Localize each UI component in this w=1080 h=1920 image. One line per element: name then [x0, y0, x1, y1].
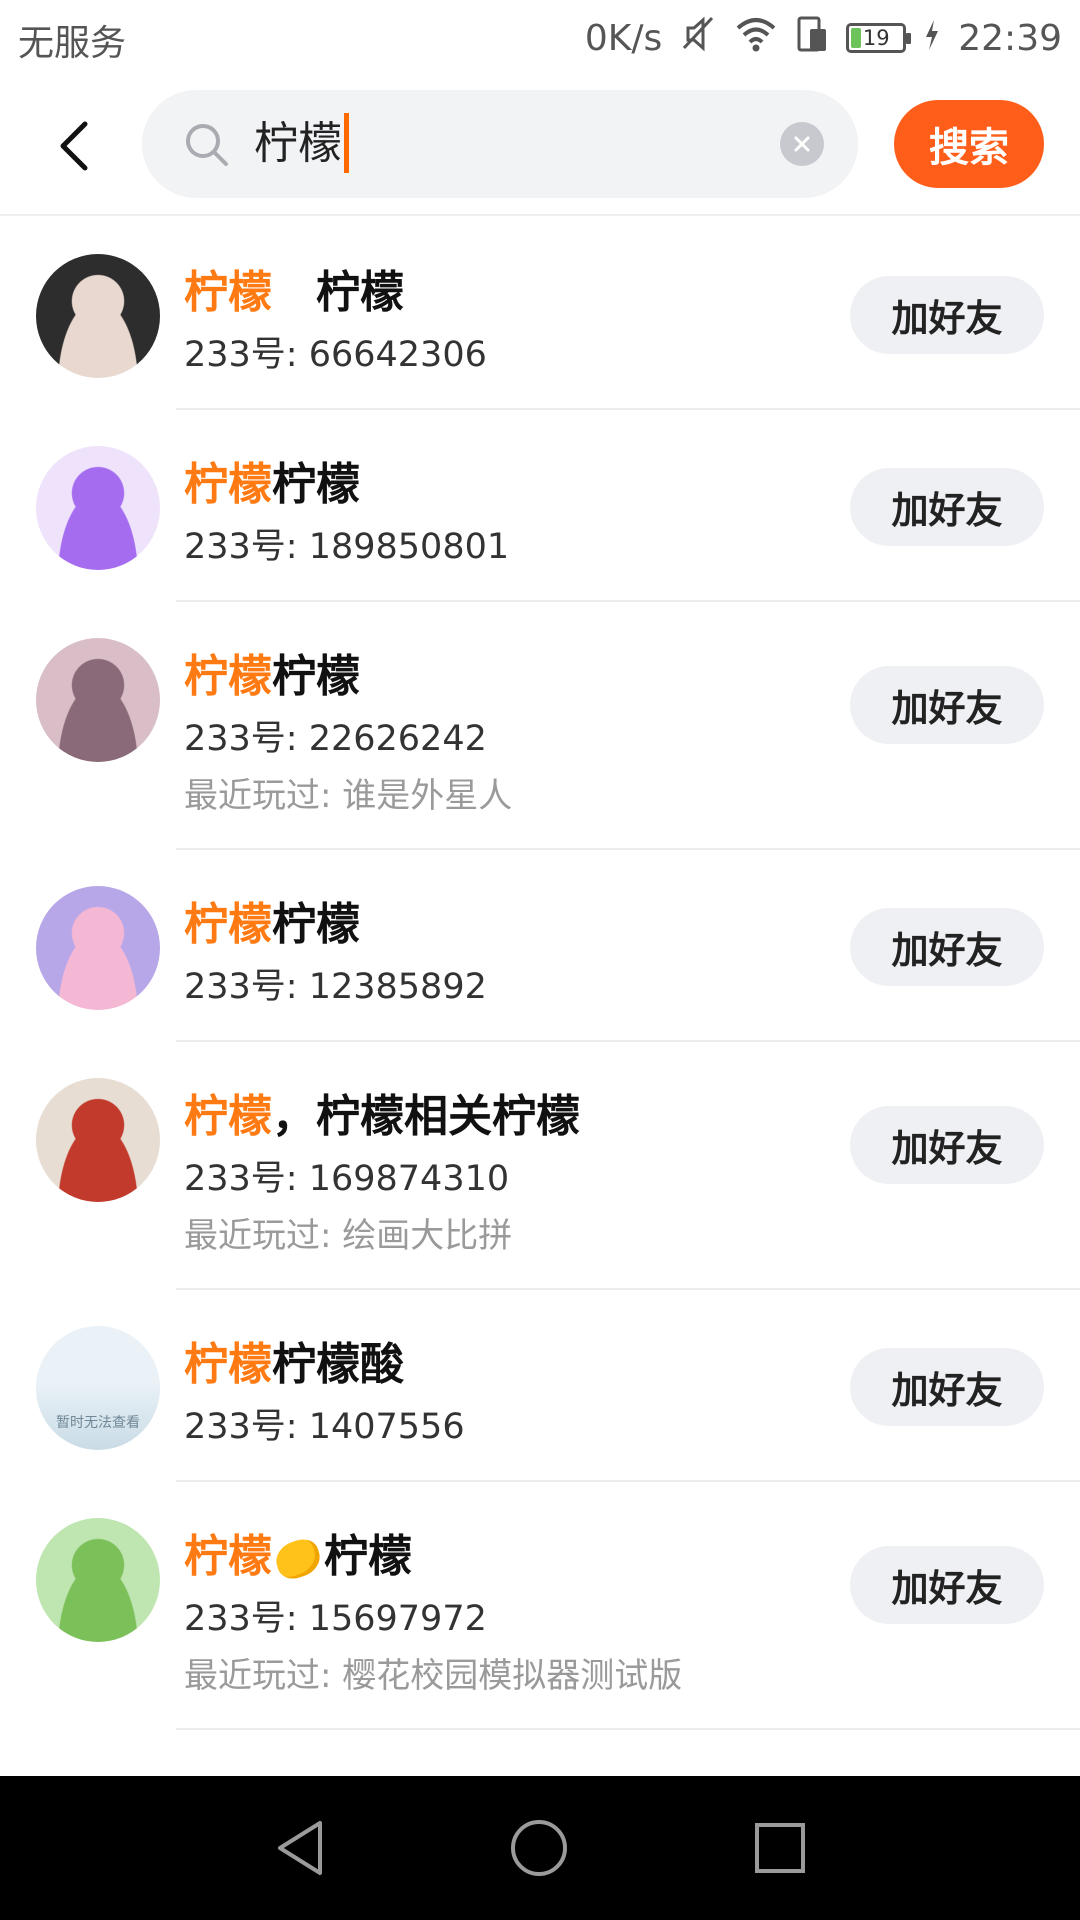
avatar[interactable]: [36, 886, 160, 1010]
recently-played: 最近玩过: 樱花校园模拟器测试版: [184, 1656, 683, 1696]
result-list: 柠檬 柠檬 233号: 66642306 加好友 柠檬柠檬 233号: 18985080…: [0, 218, 1080, 1730]
search-box[interactable]: 柠檬: [142, 90, 858, 198]
wifi-icon: [734, 16, 778, 61]
search-header: 柠檬 搜索: [0, 76, 1080, 216]
charging-icon: [924, 18, 940, 59]
user-id: 233号: 12385892: [184, 967, 487, 1007]
back-button[interactable]: [44, 110, 104, 182]
back-arrow-icon: [60, 121, 88, 171]
add-friend-button[interactable]: 加好友: [850, 1348, 1044, 1426]
recently-played: 最近玩过: 谁是外星人: [184, 776, 513, 816]
carrier-text: 无服务: [18, 23, 127, 64]
user-name: 柠檬 柠檬: [184, 1520, 412, 1584]
avatar[interactable]: [36, 638, 160, 762]
avatar[interactable]: [36, 446, 160, 570]
clear-icon[interactable]: [780, 122, 824, 166]
nav-back-button[interactable]: [270, 1818, 330, 1878]
add-friend-button[interactable]: 加好友: [850, 1546, 1044, 1624]
search-button[interactable]: 搜索: [894, 100, 1044, 188]
result-row[interactable]: 柠檬 柠檬 233号: 15697972 最近玩过: 樱花校园模拟器测试版 加好友: [0, 1482, 1080, 1730]
text-caret: [344, 113, 349, 173]
name-rest: 柠檬: [272, 459, 360, 510]
user-id: 233号: 66642306: [184, 335, 487, 375]
net-speed: 0K/s: [584, 17, 663, 59]
user-name: 柠檬 柠檬: [184, 256, 404, 320]
status-icons: 0K/s 19 22:39: [585, 12, 1062, 64]
lemon-emoji-icon: [271, 1535, 325, 1583]
result-row[interactable]: 柠檬柠檬 233号: 12385892 加好友: [0, 850, 1080, 1042]
row-divider: [176, 1728, 1080, 1730]
add-friend-button[interactable]: 加好友: [850, 908, 1044, 986]
avatar[interactable]: 暂时无法查看: [36, 1326, 160, 1450]
navigation-bar: [0, 1776, 1080, 1920]
battery-level: 19: [862, 26, 890, 50]
add-friend-button[interactable]: 加好友: [850, 1106, 1044, 1184]
user-name: 柠檬柠檬酸: [184, 1328, 404, 1392]
mute-icon: [680, 14, 716, 63]
name-highlight: 柠檬: [184, 1339, 272, 1390]
result-row[interactable]: 柠檬 柠檬 233号: 66642306 加好友: [0, 218, 1080, 410]
search-input[interactable]: 柠檬: [254, 108, 349, 180]
search-icon: [186, 124, 228, 166]
status-bar: 无服务 0K/s 19 22:39: [0, 0, 1080, 76]
result-row[interactable]: 柠檬柠檬 233号: 189850801 加好友: [0, 410, 1080, 602]
name-highlight: 柠檬: [184, 267, 272, 318]
name-highlight: 柠檬: [184, 651, 272, 702]
user-id: 233号: 189850801: [184, 527, 510, 567]
user-name: 柠檬柠檬: [184, 448, 360, 512]
name-rest: 柠檬酸: [272, 1339, 404, 1390]
result-row[interactable]: 暂时无法查看 柠檬柠檬酸 233号: 1407556 加好友: [0, 1290, 1080, 1482]
name-rest: 柠檬: [324, 1531, 412, 1582]
circle-home-icon: [511, 1820, 567, 1876]
avatar[interactable]: [36, 254, 160, 378]
add-friend-button[interactable]: 加好友: [850, 666, 1044, 744]
name-rest: 柠檬: [272, 651, 360, 702]
battery-icon: 19: [846, 23, 912, 53]
avatar-placeholder-text: 暂时无法查看: [56, 1415, 140, 1431]
user-name: 柠檬，柠檬相关柠檬: [184, 1080, 580, 1144]
user-id: 233号: 1407556: [184, 1407, 465, 1447]
user-id: 233号: 22626242: [184, 719, 487, 759]
name-rest: 柠檬: [272, 899, 360, 950]
name-highlight: 柠檬: [184, 1091, 272, 1142]
result-row[interactable]: 柠檬柠檬 233号: 22626242 最近玩过: 谁是外星人 加好友: [0, 602, 1080, 850]
name-rest: ，柠檬相关柠檬: [272, 1091, 580, 1142]
avatar[interactable]: [36, 1518, 160, 1642]
user-name: 柠檬柠檬: [184, 888, 360, 952]
add-friend-button[interactable]: 加好友: [850, 468, 1044, 546]
nav-recents-button[interactable]: [750, 1818, 810, 1878]
recently-played: 最近玩过: 绘画大比拼: [184, 1216, 513, 1256]
add-friend-button[interactable]: 加好友: [850, 276, 1044, 354]
triangle-back-icon: [278, 1821, 322, 1875]
name-rest: 柠檬: [272, 267, 404, 318]
result-row[interactable]: 柠檬，柠檬相关柠檬 233号: 169874310 最近玩过: 绘画大比拼 加好友: [0, 1042, 1080, 1290]
square-recents-icon: [755, 1823, 805, 1873]
name-highlight: 柠檬: [184, 1531, 272, 1582]
user-name: 柠檬柠檬: [184, 640, 360, 704]
user-id: 233号: 169874310: [184, 1159, 510, 1199]
clock: 22:39: [958, 17, 1062, 59]
name-highlight: 柠檬: [184, 899, 272, 950]
nav-home-button[interactable]: [509, 1818, 569, 1878]
avatar[interactable]: [36, 1078, 160, 1202]
user-id: 233号: 15697972: [184, 1599, 487, 1639]
sim-icon: [796, 15, 828, 62]
search-query: 柠檬: [254, 118, 342, 169]
name-highlight: 柠檬: [184, 459, 272, 510]
